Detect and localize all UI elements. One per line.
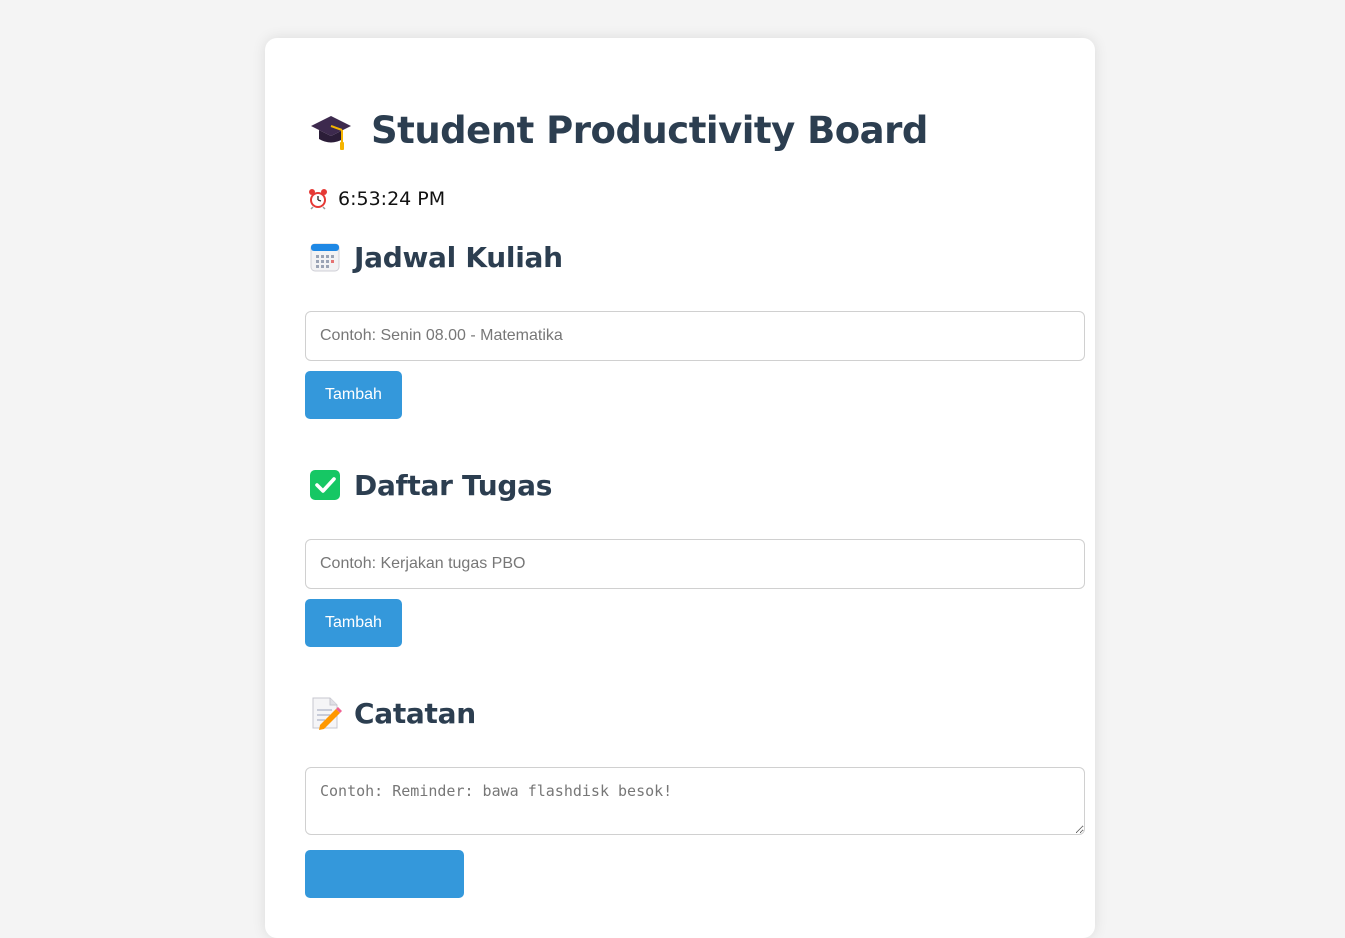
schedule-input[interactable] (305, 311, 1085, 361)
page-header: Student Productivity Board (309, 108, 928, 152)
add-task-button[interactable]: Tambah (305, 599, 402, 647)
graduation-cap-icon (309, 108, 353, 152)
check-box-icon (308, 468, 342, 502)
tasks-title: Daftar Tugas (354, 468, 553, 502)
clock-time: 6:53:24 PM (338, 188, 446, 210)
page-title: Student Productivity Board (371, 108, 928, 152)
board-card: Student Productivity Board 6:53:24 PM Ja… (265, 38, 1095, 938)
schedule-title: Jadwal Kuliah (354, 240, 563, 274)
notes-section-header: Catatan (308, 696, 476, 730)
notes-title: Catatan (354, 696, 476, 730)
clock-display: 6:53:24 PM (307, 188, 445, 210)
add-schedule-button[interactable]: Tambah (305, 371, 402, 419)
notes-textarea[interactable] (305, 767, 1085, 835)
calendar-icon (308, 240, 342, 274)
memo-icon (308, 696, 342, 730)
alarm-clock-icon (307, 188, 329, 210)
schedule-section-header: Jadwal Kuliah (308, 240, 563, 274)
save-note-button[interactable] (305, 850, 464, 898)
tasks-section-header: Daftar Tugas (308, 468, 552, 502)
task-input[interactable] (305, 539, 1085, 589)
